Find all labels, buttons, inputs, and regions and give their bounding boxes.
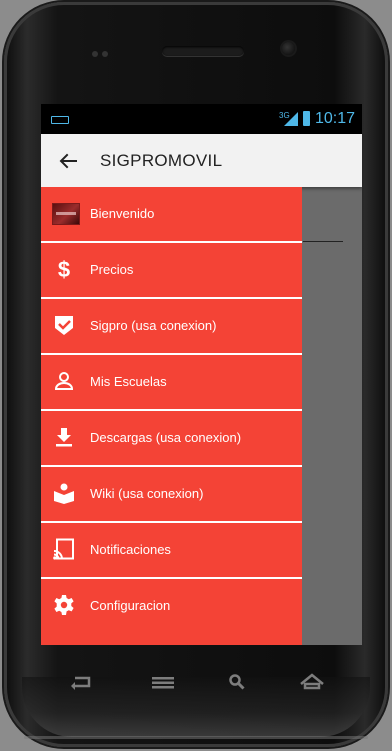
menu-item-notificaciones[interactable]: Notificaciones: [41, 523, 302, 579]
phone-bottom-edge: [24, 736, 368, 739]
back-nav-icon: [71, 676, 91, 690]
back-button[interactable]: [53, 147, 83, 175]
menu-item-bienvenido[interactable]: Bienvenido: [41, 187, 302, 243]
content-divider: [303, 241, 343, 242]
app-title: SIGPROMOVIL: [100, 151, 223, 170]
menu-item-label: Wiki (usa conexion): [90, 486, 204, 501]
hardware-nav-bar: [41, 645, 362, 723]
avatar: [52, 203, 80, 225]
download-icon: [52, 426, 76, 450]
menu-item-precios[interactable]: $ Precios: [41, 243, 302, 299]
app-bar: SIGPROMOVIL: [41, 134, 362, 187]
shield-check-icon: [52, 314, 76, 338]
back-nav-button[interactable]: [67, 671, 107, 695]
menu-nav-button[interactable]: [148, 671, 188, 695]
menu-item-label: Configuracion: [90, 598, 171, 613]
menu-item-label: Sigpro (usa conexion): [90, 318, 217, 333]
dollar-icon: $: [57, 257, 71, 282]
menu-item-wiki[interactable]: Wiki (usa conexion): [41, 467, 302, 523]
sensor-dots: [92, 44, 112, 62]
notification-icon: [51, 116, 69, 124]
battery-icon: [303, 111, 310, 126]
menu-item-label: Precios: [90, 262, 134, 277]
menu-item-configuracion[interactable]: Configuracion: [41, 579, 302, 633]
status-time: 10:17: [315, 110, 356, 127]
menu-item-label: Bienvenido: [90, 206, 155, 221]
cast-icon: [52, 538, 76, 562]
book-reader-icon: [52, 482, 76, 506]
device-screen: 3G 10:17 SIGPROMOVIL Bienvenido $ Precio…: [41, 104, 362, 645]
menu-item-label: Notificaciones: [90, 542, 171, 557]
home-nav-icon: [300, 673, 324, 690]
arrow-back-icon: [59, 153, 77, 169]
menu-item-sigpro[interactable]: Sigpro (usa conexion): [41, 299, 302, 355]
navigation-drawer: Bienvenido $ Precios Sigpro (usa conexio…: [41, 187, 302, 645]
earpiece-speaker: [162, 46, 244, 56]
search-nav-button[interactable]: [223, 671, 263, 695]
menu-item-mis-escuelas[interactable]: Mis Escuelas: [41, 355, 302, 411]
person-icon: [52, 370, 76, 394]
menu-item-label: Descargas (usa conexion): [90, 430, 242, 445]
search-nav-icon: [229, 674, 245, 690]
menu-item-descargas[interactable]: Descargas (usa conexion): [41, 411, 302, 467]
menu-item-label: Mis Escuelas: [90, 374, 167, 389]
gear-icon: [52, 594, 76, 618]
status-bar: 3G 10:17: [41, 104, 362, 134]
signal-icon: [284, 112, 298, 126]
home-nav-button[interactable]: [297, 671, 337, 695]
menu-nav-icon: [152, 677, 174, 689]
front-camera: [282, 42, 295, 55]
